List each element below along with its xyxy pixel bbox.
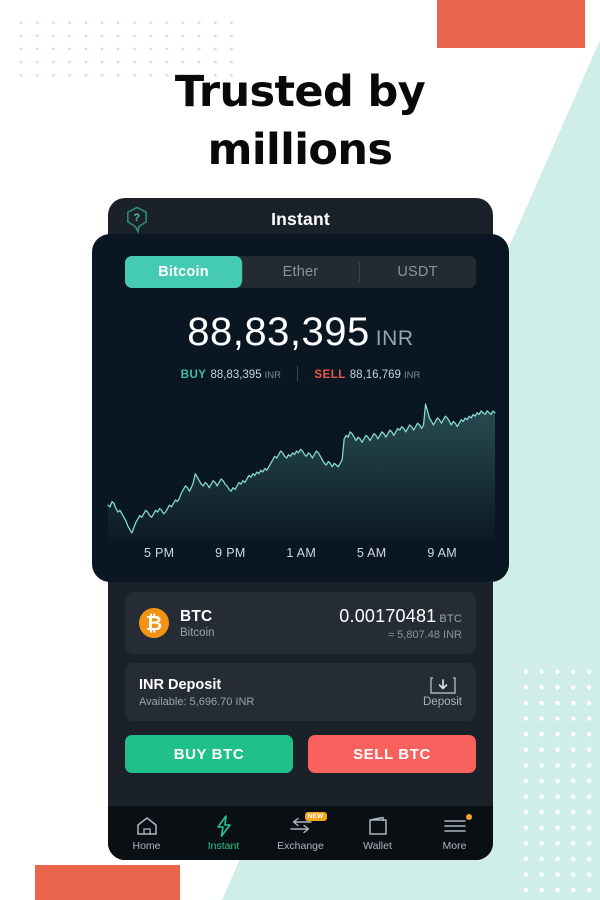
hamburger-icon (443, 815, 467, 837)
nav-badge-dot (465, 814, 472, 820)
nav-label-wallet: Wallet (363, 839, 392, 852)
tick-label-0: 5 PM (144, 546, 175, 560)
decor-orange-rect-top (437, 0, 585, 48)
tab-usdt[interactable]: USDT (359, 256, 476, 288)
asset-amount: 0.00170481 BTC (339, 606, 462, 627)
asset-fiat-value: ≈ 5,807.48 INR (388, 628, 462, 641)
sell-unit: INR (403, 370, 421, 381)
current-price: 88,83,395 INR (92, 310, 509, 355)
nav-item-wallet[interactable]: Wallet (339, 806, 416, 860)
page-title: Trusted by millions (0, 63, 600, 179)
tab-bitcoin[interactable]: Bitcoin (125, 256, 242, 288)
wallet-icon (367, 815, 389, 837)
deposit-label: Deposit (423, 695, 462, 708)
asset-balance-card[interactable]: ₿ BTC Bitcoin 0.00170481 BTC ≈ 5,807.48 I… (125, 592, 476, 654)
price-currency: INR (375, 327, 414, 350)
bottom-navigation: Home Instant NEW Exchange Wallet More (108, 806, 493, 860)
deposit-available: Available: 5,696.70 INR (139, 695, 255, 708)
price-chart-svg (107, 403, 496, 541)
buy-btc-button[interactable]: BUY BTC (125, 735, 293, 773)
nav-label-instant: Instant (207, 839, 240, 852)
nav-badge-new: NEW (304, 812, 327, 821)
asset-amount-unit: BTC (439, 612, 462, 625)
asset-amount-value: 0.00170481 (339, 605, 437, 626)
nav-item-home[interactable]: Home (108, 806, 185, 860)
inr-deposit-card[interactable]: INR Deposit Available: 5,696.70 INR Depo… (125, 663, 476, 721)
buy-price: 88,83,395 (210, 369, 262, 381)
price-value: 88,83,395 (187, 310, 370, 354)
price-chart (92, 396, 509, 541)
asset-values: 0.00170481 BTC ≈ 5,807.48 INR (339, 606, 462, 641)
asset-symbol: BTC (180, 607, 213, 625)
bid-ask-row: BUY 88,83,395 INR SELL 88,16,769 INR (92, 366, 509, 381)
trade-actions: BUY BTC SELL BTC (125, 735, 476, 773)
poster-canvas: Trusted by millions ? Instant ₿ BTC Bitc… (0, 0, 600, 900)
nav-label-more: More (442, 839, 467, 852)
deposit-button[interactable]: Deposit (423, 676, 462, 708)
asset-tab-group: Bitcoin Ether USDT (125, 256, 476, 288)
asset-identity: BTC Bitcoin (180, 608, 215, 639)
nav-item-exchange[interactable]: NEW Exchange (262, 806, 339, 860)
bitcoin-icon: ₿ (139, 608, 169, 638)
download-tray-icon (429, 676, 456, 694)
tick-label-1: 9 PM (215, 546, 246, 560)
nav-label-home: Home (132, 839, 161, 852)
buy-label: BUY (180, 369, 207, 381)
app-header-title: Instant (271, 209, 330, 229)
headline-line-1: Trusted by (174, 67, 426, 117)
decor-orange-rect-bottom (35, 865, 180, 900)
nav-item-instant[interactable]: Instant (185, 806, 262, 860)
lightning-icon (215, 814, 233, 837)
bid-ask-divider (297, 366, 299, 381)
tick-label-3: 5 AM (356, 546, 387, 560)
instant-quote-card: Bitcoin Ether USDT 88,83,395 INR BUY 88,83… (92, 234, 509, 582)
deposit-title: INR Deposit (139, 676, 222, 693)
deposit-text: INR Deposit Available: 5,696.70 INR (139, 677, 254, 708)
chart-time-axis: 5 PM 9 PM 1 AM 5 AM 9 AM (92, 546, 509, 560)
sell-price: 88,16,769 (349, 369, 401, 381)
nav-item-more[interactable]: More (416, 806, 493, 860)
decor-dot-grid-right (518, 664, 598, 900)
asset-name: Bitcoin (180, 626, 215, 639)
buy-unit: INR (264, 370, 281, 381)
sell-label: SELL (314, 369, 346, 381)
tick-label-4: 9 AM (427, 546, 457, 560)
nav-label-exchange: Exchange (277, 839, 324, 852)
tick-label-2: 1 AM (286, 546, 317, 560)
tab-ether[interactable]: Ether (242, 256, 359, 288)
home-icon (136, 815, 158, 837)
headline-line-2: millions (207, 125, 393, 175)
sell-btc-button[interactable]: SELL BTC (308, 735, 476, 773)
